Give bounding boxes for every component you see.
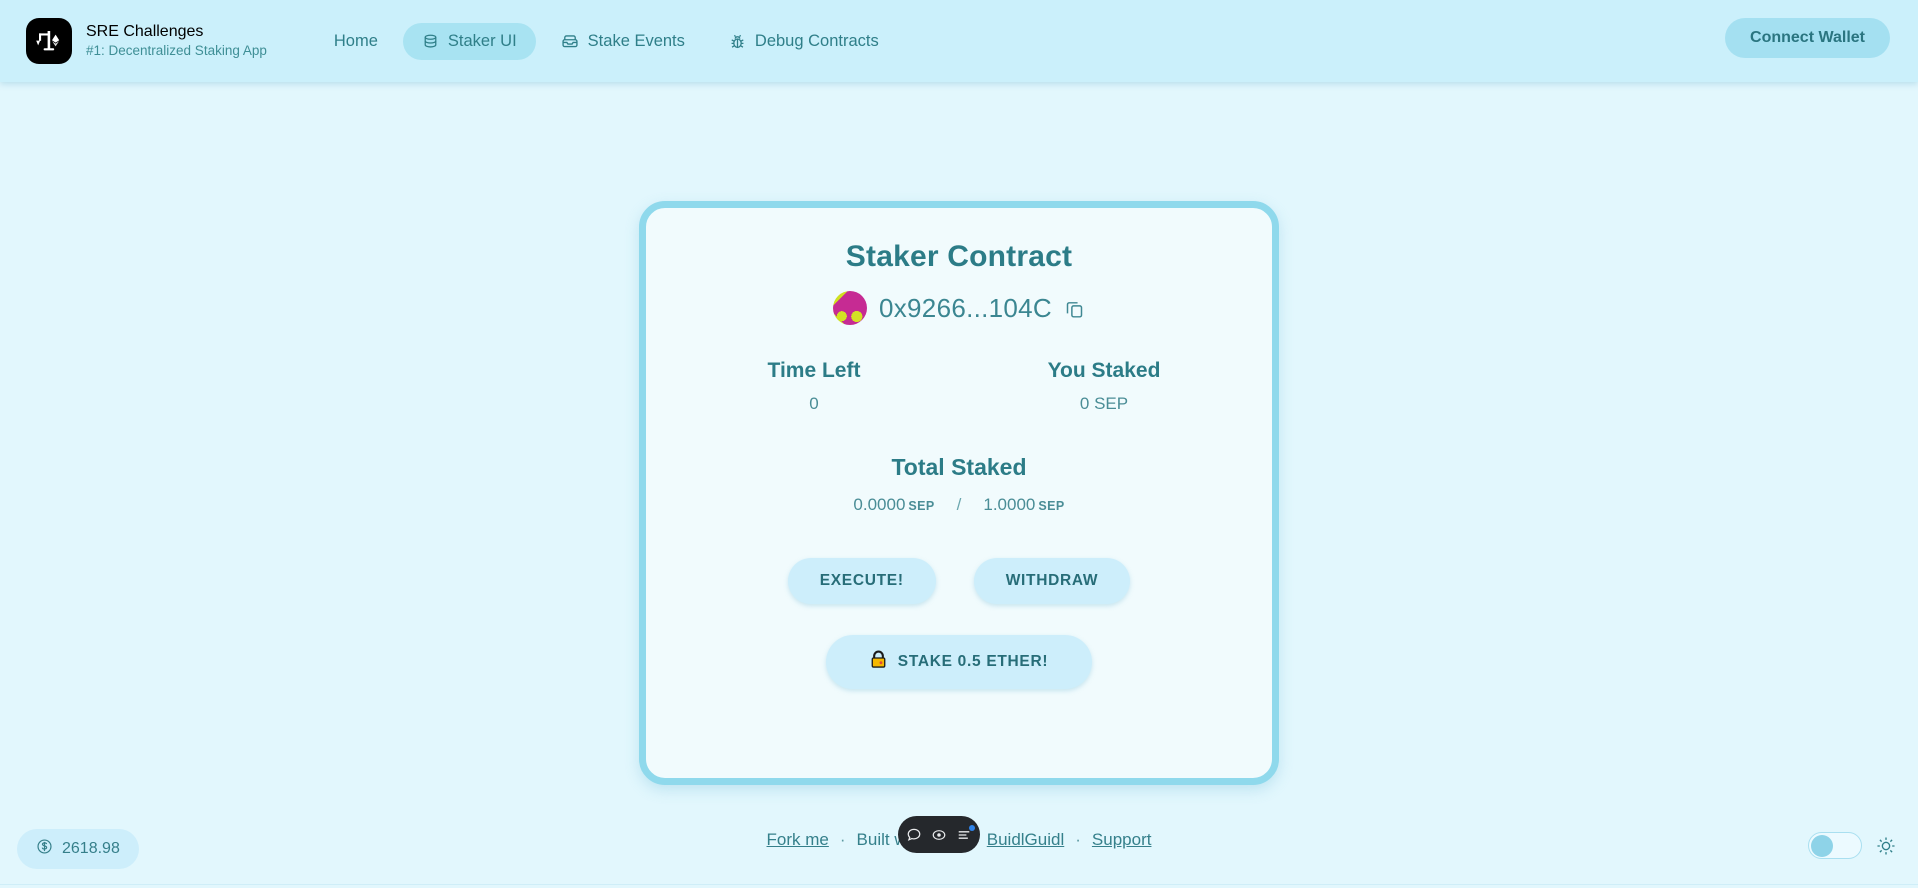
stats-row: Time Left 0 You Staked 0 SEP <box>686 359 1232 414</box>
inbox-icon <box>561 32 579 50</box>
bug-icon <box>729 33 746 50</box>
stat-time-left: Time Left 0 <box>744 359 884 414</box>
total-staked-label: Total Staked <box>891 454 1027 480</box>
footer-separator-2: · <box>1075 830 1081 849</box>
total-staked-current: 0.0000 <box>853 495 906 514</box>
nav-label-stake-events: Stake Events <box>587 31 685 50</box>
nav-item-home[interactable]: Home <box>315 23 397 60</box>
scale-ethereum-logo-icon <box>26 18 72 64</box>
total-staked-current-group: 0.0000 SEP <box>853 495 934 515</box>
stat-value-time-left: 0 <box>809 394 819 413</box>
theme-switcher <box>1808 832 1896 859</box>
dollar-circle-icon <box>36 838 53 860</box>
nav-item-stake-events[interactable]: Stake Events <box>542 23 704 60</box>
blockie-avatar <box>832 291 867 325</box>
main-nav: Home Staker UI Stake Events Debug Contra… <box>315 22 898 60</box>
theme-toggle-knob <box>1811 834 1833 857</box>
stat-label-time-left: Time Left <box>767 359 861 382</box>
brand[interactable]: SRE Challenges #1: Decentralized Staking… <box>26 18 267 64</box>
theme-toggle[interactable] <box>1808 832 1862 859</box>
stake-button[interactable]: STAKE 0.5 ETHER! <box>825 635 1093 689</box>
total-staked-threshold-unit: SEP <box>1038 499 1065 513</box>
bottom-strip <box>0 884 1918 888</box>
brand-subtitle: #1: Decentralized Staking App <box>86 43 267 59</box>
sun-icon[interactable] <box>1876 836 1896 856</box>
total-staked-current-unit: SEP <box>908 499 935 513</box>
stake-button-label: STAKE 0.5 ETHER! <box>897 653 1049 670</box>
stat-you-staked: You Staked 0 SEP <box>1034 359 1174 414</box>
nav-item-debug-contracts[interactable]: Debug Contracts <box>710 23 898 60</box>
fork-me-link[interactable]: Fork me <box>767 830 829 850</box>
eth-price-badge[interactable]: 2618.98 <box>17 829 139 869</box>
copy-icon[interactable] <box>1064 298 1085 319</box>
total-staked-threshold: 1.0000 <box>983 495 1036 514</box>
stat-label-you-staked: You Staked <box>1047 359 1161 382</box>
page-title: Staker Contract <box>845 240 1073 273</box>
stat-value-you-staked: 0 SEP <box>1079 394 1129 413</box>
connect-wallet-button[interactable]: Connect Wallet <box>1725 18 1890 58</box>
contract-address-row: 0x9266...104C <box>686 291 1232 325</box>
buidlguidl-link[interactable]: BuidlGuidl <box>987 830 1065 850</box>
eye-target-icon[interactable] <box>931 827 947 843</box>
floating-toolbar <box>898 816 980 853</box>
lock-icon <box>870 650 887 674</box>
total-staked-separator: / <box>956 495 962 514</box>
execute-button[interactable]: EXECUTE! <box>787 558 936 604</box>
chat-bubble-icon[interactable] <box>906 827 922 843</box>
nav-label-staker-ui: Staker UI <box>447 31 517 50</box>
total-staked-values: 0.0000 SEP / 1.0000 SEP <box>686 495 1232 515</box>
app-header: SRE Challenges #1: Decentralized Staking… <box>0 0 1918 82</box>
withdraw-button[interactable]: WITHDRAW <box>973 558 1131 604</box>
contract-address: 0x9266...104C <box>878 292 1053 323</box>
database-icon <box>422 33 439 50</box>
brand-title: SRE Challenges <box>86 22 204 40</box>
nav-label-debug-contracts: Debug Contracts <box>754 31 879 50</box>
total-staked-threshold-group: 1.0000 SEP <box>983 495 1064 515</box>
eth-price-value: 2618.98 <box>62 840 120 857</box>
footer-separator-1: · <box>839 830 846 849</box>
list-menu-icon[interactable] <box>956 824 975 843</box>
nav-item-staker-ui[interactable]: Staker UI <box>402 22 536 60</box>
support-link[interactable]: Support <box>1092 830 1152 850</box>
notification-badge-dot <box>969 824 975 831</box>
action-button-row: EXECUTE! WITHDRAW <box>686 558 1232 604</box>
staker-contract-card: Staker Contract 0x9266...104C Time Left … <box>639 201 1279 785</box>
nav-label-home: Home <box>333 31 378 50</box>
